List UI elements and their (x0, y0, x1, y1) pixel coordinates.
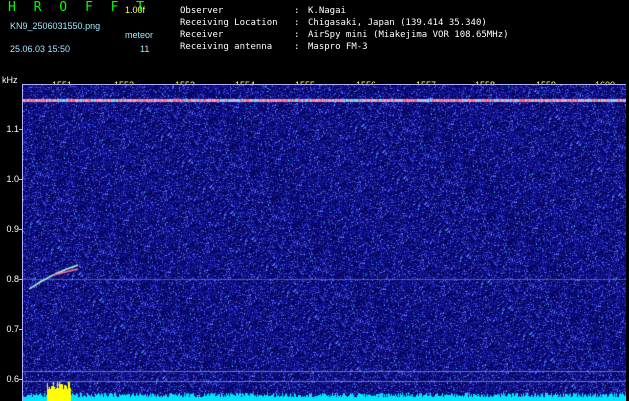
spectrogram-plot (22, 84, 626, 401)
mode-value: 11 (140, 44, 150, 54)
info-key: Receiver (180, 30, 224, 40)
info-sep: : (294, 18, 300, 28)
observation-info: Observer : K.Nagai Receiving Location : … (180, 5, 508, 53)
info-sep: : (294, 42, 300, 52)
mode-label: meteor (125, 30, 154, 40)
info-key: Receiving Location (180, 18, 278, 28)
info-sep: : (294, 30, 300, 40)
freq-tick-label: 0.6 (6, 374, 19, 384)
frequency-unit-label: kHz (2, 75, 18, 85)
info-value: K.Nagai (308, 6, 346, 16)
freq-tick-label: 0.7 (6, 324, 19, 334)
filename-label: KN9_2506031550.png (10, 21, 101, 31)
freq-tick-label: 1.1 (6, 124, 19, 134)
info-row-observer: Observer : K.Nagai (180, 5, 508, 17)
info-value: Maspro FM-3 (308, 42, 368, 52)
info-key: Receiving antenna (180, 42, 273, 52)
version-label: 1.00f (125, 5, 146, 15)
info-value: Chigasaki, Japan (139.414 35.340) (308, 18, 487, 28)
info-row-antenna: Receiving antenna : Maspro FM-3 (180, 41, 508, 53)
info-row-receiver: Receiver : AirSpy mini (Miakejima VOR 10… (180, 29, 508, 41)
freq-tick-label: 0.8 (6, 274, 19, 284)
freq-tick-label: 1.0 (6, 174, 19, 184)
spectrogram-canvas (23, 85, 626, 401)
info-key: Observer (180, 6, 224, 16)
info-row-location: Receiving Location : Chigasaki, Japan (1… (180, 17, 508, 29)
freq-tick-label: 0.9 (6, 224, 19, 234)
datetime-label: 25.06.03 15:50 (10, 44, 71, 54)
info-sep: : (294, 6, 300, 16)
info-value: AirSpy mini (Miakejima VOR 108.65MHz) (308, 30, 509, 40)
